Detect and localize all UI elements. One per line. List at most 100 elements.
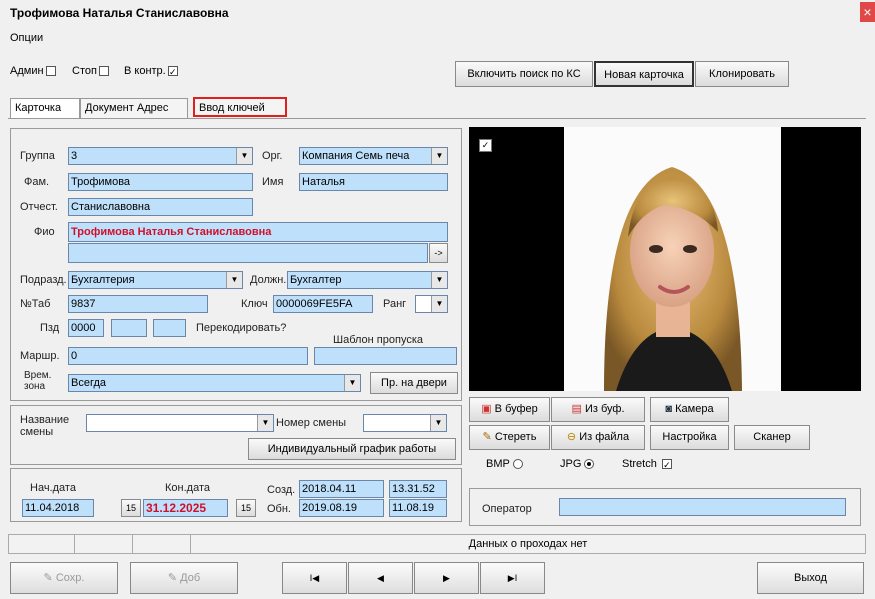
zone-select[interactable]: Всегда ▼ bbox=[68, 374, 361, 392]
incontrol-check-box[interactable]: ✓ bbox=[167, 66, 178, 77]
start-calendar-icon[interactable]: 15 bbox=[121, 499, 141, 517]
dept-label: Подразд. bbox=[20, 274, 67, 286]
end-calendar-icon[interactable]: 15 bbox=[236, 499, 256, 517]
first-record-button[interactable]: I◀ bbox=[282, 562, 347, 594]
tab-doc-address[interactable]: Документ Адрес bbox=[80, 98, 188, 118]
ext-field-1[interactable]: 0000 bbox=[68, 319, 104, 337]
shift-name-select[interactable]: ▼ bbox=[86, 414, 274, 432]
ext-field-3[interactable] bbox=[153, 319, 186, 337]
folder-icon: ⊖ bbox=[566, 431, 577, 443]
chevron-down-icon: ▼ bbox=[236, 148, 252, 164]
group-select[interactable]: 3 ▼ bbox=[68, 147, 253, 165]
from-buffer-label: Из буф. bbox=[584, 403, 625, 415]
erase-label: Стереть bbox=[494, 431, 537, 443]
stretch-label: Stretch bbox=[622, 458, 657, 470]
rank-label: Ранг bbox=[383, 298, 407, 310]
stop-check-box[interactable] bbox=[98, 66, 109, 77]
key-label: Ключ bbox=[241, 298, 268, 310]
route-field[interactable]: 0 bbox=[68, 347, 308, 365]
camera-icon: ◙ bbox=[665, 403, 673, 415]
photo-box: ✓ bbox=[469, 127, 861, 391]
stretch-check-box[interactable]: ✓ bbox=[661, 459, 672, 470]
pen-icon: ✎ bbox=[43, 572, 53, 584]
middle-name-label: Отчест. bbox=[20, 201, 58, 213]
shift-number-select[interactable]: ▼ bbox=[363, 414, 447, 432]
tab-card[interactable]: Карточка bbox=[10, 98, 80, 118]
operator-field[interactable] bbox=[559, 498, 846, 516]
exit-button[interactable]: Выход bbox=[757, 562, 864, 594]
start-date-label: Нач.дата bbox=[30, 482, 76, 494]
middle-name-field[interactable]: Станиславовна bbox=[68, 198, 253, 216]
jpg-radio-circle[interactable] bbox=[584, 459, 595, 470]
door-rights-button[interactable]: Пр. на двери bbox=[370, 372, 458, 394]
route-label: Маршр. bbox=[20, 350, 60, 362]
add-button[interactable]: ✎ Доб bbox=[130, 562, 238, 594]
save-button[interactable]: ✎ Сохр. bbox=[10, 562, 118, 594]
window-title: Трофимова Наталья Станиславовна bbox=[10, 6, 229, 20]
to-buffer-button[interactable]: ▣ В буфер bbox=[469, 397, 550, 422]
updated-date-field: 2019.08.19 bbox=[299, 499, 384, 517]
jpg-label: JPG bbox=[560, 458, 582, 470]
bmp-radio[interactable]: BMP bbox=[486, 458, 523, 470]
first-name-field[interactable]: Наталья bbox=[299, 173, 448, 191]
stretch-checkbox[interactable]: Stretch ✓ bbox=[622, 458, 672, 470]
admin-check-box[interactable] bbox=[45, 66, 56, 77]
shift-name-label: Название смены bbox=[20, 414, 70, 438]
status-cell-3 bbox=[133, 535, 191, 553]
ext-field-2[interactable] bbox=[111, 319, 147, 337]
admin-checkbox[interactable]: Админ bbox=[10, 65, 56, 77]
prev-record-button[interactable]: ◀ bbox=[348, 562, 413, 594]
jpg-radio[interactable]: JPG bbox=[560, 458, 595, 470]
from-buffer-button[interactable]: ▤ Из буф. bbox=[551, 397, 645, 422]
rank-select[interactable]: ▼ bbox=[415, 295, 448, 313]
dept-select[interactable]: Бухгалтерия ▼ bbox=[68, 271, 243, 289]
end-date-label: Кон.дата bbox=[165, 482, 210, 494]
fio-extra-field[interactable] bbox=[68, 243, 428, 263]
erase-button[interactable]: ✎ Стереть bbox=[469, 425, 550, 450]
new-card-button[interactable]: Новая карточка bbox=[594, 61, 694, 87]
individual-schedule-button[interactable]: Индивидуальный график работы bbox=[248, 438, 456, 460]
chevron-down-icon: ▼ bbox=[257, 415, 273, 431]
tab-keys[interactable]: Ввод ключей bbox=[193, 97, 287, 117]
created-date-field: 2018.04.11 bbox=[299, 480, 384, 498]
template-field[interactable] bbox=[314, 347, 457, 365]
paste-icon: ▤ bbox=[571, 403, 582, 415]
stop-checkbox[interactable]: Стоп bbox=[72, 65, 109, 77]
start-date-field[interactable]: 11.04.2018 bbox=[22, 499, 94, 517]
add-label: Доб bbox=[180, 572, 201, 584]
org-label: Орг. bbox=[262, 150, 283, 162]
position-select[interactable]: Бухгалтер ▼ bbox=[287, 271, 448, 289]
copy-icon: ▣ bbox=[481, 403, 492, 415]
bmp-radio-circle[interactable] bbox=[512, 459, 523, 470]
camera-button[interactable]: ◙ Камера bbox=[650, 397, 729, 422]
photo-checkbox[interactable]: ✓ bbox=[479, 139, 492, 152]
created-label: Созд. bbox=[267, 484, 296, 496]
org-select[interactable]: Компания Семь печа ▼ bbox=[299, 147, 448, 165]
search-ks-button[interactable]: Включить поиск по КС bbox=[455, 61, 593, 87]
chevron-down-icon: ▼ bbox=[430, 415, 446, 431]
clone-button[interactable]: Клонировать bbox=[695, 61, 789, 87]
group-value: 3 bbox=[71, 150, 78, 162]
from-file-button[interactable]: ⊖ Из файла bbox=[551, 425, 645, 450]
incontrol-checkbox[interactable]: В контр. ✓ bbox=[124, 65, 178, 77]
key-field[interactable]: 0000069FE5FA bbox=[273, 295, 373, 313]
operator-label: Оператор bbox=[482, 503, 532, 515]
settings-button[interactable]: Настройка bbox=[650, 425, 729, 450]
next-record-button[interactable]: ▶ bbox=[414, 562, 479, 594]
fio-arrow-button[interactable]: -> bbox=[429, 243, 448, 263]
close-icon[interactable]: × bbox=[860, 2, 875, 22]
scanner-button[interactable]: Сканер bbox=[734, 425, 810, 450]
tab-divider bbox=[8, 118, 866, 119]
menu-options[interactable]: Опции bbox=[10, 32, 43, 44]
last-name-field[interactable]: Трофимова bbox=[68, 173, 253, 191]
org-value: Компания Семь печа bbox=[302, 150, 410, 162]
tabnum-field[interactable]: 9837 bbox=[68, 295, 208, 313]
fio-field[interactable]: Трофимова Наталья Станиславовна bbox=[68, 222, 448, 242]
last-record-button[interactable]: ▶I bbox=[480, 562, 545, 594]
end-date-field[interactable]: 31.12.2025 bbox=[143, 499, 228, 517]
chevron-down-icon: ▼ bbox=[226, 272, 242, 288]
group-label: Группа bbox=[20, 150, 55, 162]
stop-label: Стоп bbox=[72, 65, 97, 77]
chevron-down-icon: ▼ bbox=[431, 272, 447, 288]
status-bar: Данных о проходах нет bbox=[8, 534, 866, 554]
